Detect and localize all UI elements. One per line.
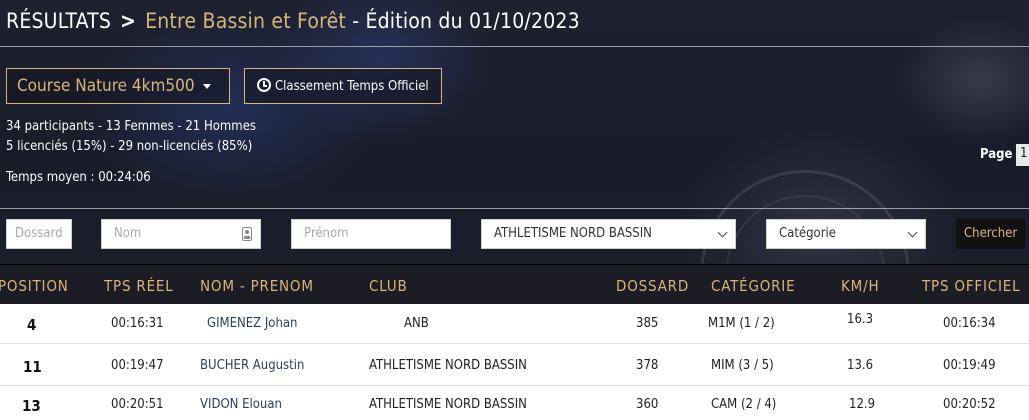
clock-icon (257, 78, 271, 92)
last-name-input[interactable]: Nom (101, 219, 261, 249)
cell-position: 13 (22, 397, 41, 415)
cell-name[interactable]: BUCHER Augustin (200, 358, 304, 373)
category-select[interactable]: Catégorie (766, 219, 926, 249)
participants-stats: 34 participants - 13 Femmes - 21 Hommes (6, 119, 256, 134)
chevron-down-icon (907, 227, 918, 238)
table-row[interactable]: 4 00:16:31 GIMENEZ Johan ANB 385 M1M (1 … (0, 304, 1029, 344)
th-bib[interactable]: DOSSARD (616, 277, 689, 295)
official-ranking-label: Classement Temps Officiel (275, 79, 429, 94)
cell-real-time: 00:19:47 (111, 358, 164, 373)
licences-stats: 5 licenciés (15%) - 29 non-licenciés (85… (6, 139, 253, 154)
official-ranking-button[interactable]: Classement Temps Officiel (244, 68, 442, 104)
cell-real-time: 00:16:31 (111, 316, 164, 331)
edition-date: - Édition du 01/10/2023 (352, 9, 580, 33)
th-real-time[interactable]: TPS RÉEL (104, 277, 174, 295)
cell-speed: 12.9 (849, 397, 876, 412)
caret-down-icon (202, 83, 211, 89)
cell-name[interactable]: VIDON Elouan (200, 397, 282, 412)
pagination-page-1[interactable]: 1 (1016, 144, 1029, 166)
cell-bib: 385 (636, 316, 659, 331)
cell-name[interactable]: GIMENEZ Johan (207, 316, 297, 331)
cell-category: M1M (1 / 2) (708, 316, 775, 331)
results-label: RÉSULTATS (6, 9, 112, 33)
header-divider (0, 46, 1029, 47)
cell-category: CAM (2 / 4) (711, 397, 777, 412)
th-club[interactable]: CLUB (369, 277, 408, 295)
cell-speed: 16.3 (847, 312, 874, 327)
category-select-value: Catégorie (779, 226, 836, 241)
club-select[interactable]: ATHLETISME NORD BASSIN (481, 219, 736, 249)
th-name[interactable]: NOM - PRENOM (200, 277, 314, 295)
th-position[interactable]: POSITION (0, 277, 69, 295)
race-select-dropdown[interactable]: Course Nature 4km500 (6, 68, 230, 104)
event-name-link[interactable]: Entre Bassin et Forêt (145, 9, 346, 33)
cell-club: ANB (404, 316, 429, 331)
breadcrumb-separator: > (120, 9, 137, 33)
cell-speed: 13.6 (847, 358, 874, 373)
cell-real-time: 00:20:51 (111, 397, 164, 412)
cell-club: ATHLETISME NORD BASSIN (369, 397, 527, 412)
race-select-value: Course Nature 4km500 (17, 76, 195, 96)
cell-club: ATHLETISME NORD BASSIN (369, 358, 527, 373)
cell-position: 11 (23, 358, 42, 376)
cell-bib: 360 (636, 397, 659, 412)
bib-input[interactable]: Dossard (6, 219, 72, 249)
results-table-body: 4 00:16:31 GIMENEZ Johan ANB 385 M1M (1 … (0, 304, 1029, 420)
cell-official-time: 00:20:52 (943, 397, 996, 412)
cell-official-time: 00:19:49 (943, 358, 996, 373)
first-name-input[interactable]: Prénom (291, 219, 451, 249)
cell-category: MIM (3 / 5) (711, 358, 774, 373)
page-title: RÉSULTATS > Entre Bassin et Forêt - Éditio… (6, 9, 580, 39)
cell-official-time: 00:16:34 (943, 316, 996, 331)
club-select-value: ATHLETISME NORD BASSIN (494, 226, 652, 241)
table-row[interactable]: 13 00:20:51 VIDON Elouan ATHLETISME NORD… (0, 388, 1029, 420)
last-name-placeholder: Nom (114, 226, 142, 241)
cell-bib: 378 (636, 358, 659, 373)
filters-divider (0, 208, 1029, 209)
th-category[interactable]: CATÉGORIE (711, 277, 795, 295)
th-speed[interactable]: KM/H (841, 277, 879, 295)
table-row[interactable]: 11 00:19:47 BUCHER Augustin ATHLETISME N… (0, 346, 1029, 386)
contact-card-icon (242, 227, 252, 241)
search-button[interactable]: Chercher (956, 219, 1025, 249)
chevron-down-icon (717, 227, 728, 238)
cell-position: 4 (27, 316, 37, 334)
pagination-label: Page (980, 147, 1013, 162)
results-table-header: POSITION TPS RÉEL NOM - PRENOM CLUB DOSS… (0, 264, 1029, 304)
average-time: Temps moyen : 00:24:06 (6, 170, 151, 185)
th-official-time[interactable]: TPS OFFICIEL (922, 277, 1020, 295)
